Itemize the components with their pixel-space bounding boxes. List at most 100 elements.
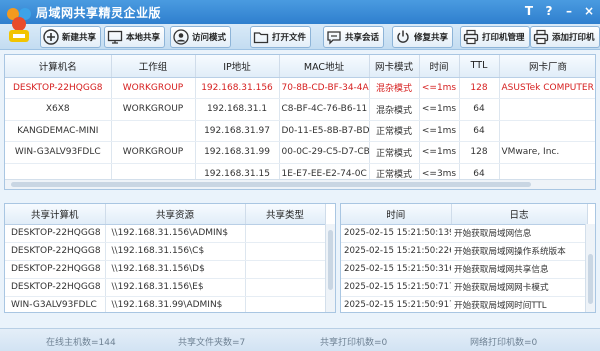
host-cell: 混杂模式 <box>369 98 420 121</box>
column-header[interactable]: 共享计算机 <box>5 204 106 225</box>
vertical-scrollbar[interactable] <box>585 224 595 312</box>
host-cell: C8-BF-4C-76-B6-11 <box>279 98 370 121</box>
shared-folders-count: 共享文件夹数=7 <box>178 338 246 348</box>
plus-icon <box>43 29 59 45</box>
skin-button[interactable]: T <box>522 3 536 19</box>
log-cell: 开始获取局域网时间TTL <box>451 296 587 312</box>
log-cell: 2025-02-15 15:21:50:717 <box>341 278 451 297</box>
column-header[interactable]: 共享资源 <box>105 204 246 225</box>
horizontal-scrollbar[interactable] <box>5 179 595 189</box>
host-cell: 正常模式 <box>369 120 420 142</box>
toolbar: 新建共享 本地共享 访问模式 打开文件 共享会话 修复共享 打印机管理 添加打印… <box>0 24 600 50</box>
log-cell: 2025-02-15 15:21:50:316 <box>341 260 451 279</box>
host-cell: WORKGROUP <box>111 77 196 99</box>
share-cell: WIN-G3ALV93FDLC <box>5 296 106 312</box>
host-cell: VMware, Inc. <box>499 141 595 164</box>
share-row[interactable]: WIN-G3ALV93FDLC \\192.168.31.99\ADMIN$ <box>5 296 326 312</box>
host-cell: <=1ms <box>419 77 460 99</box>
shares-table: 共享计算机 共享资源 共享类型 DESKTOP-22HQGG8 \\192.168… <box>5 204 326 312</box>
column-header[interactable]: 日志 <box>451 204 588 225</box>
app-title: 局域网共享精灵企业版 <box>36 6 162 20</box>
close-button[interactable]: × <box>582 3 596 19</box>
log-cell: 开始获取局域网信息 <box>451 224 587 243</box>
share-cell <box>245 278 326 297</box>
column-header[interactable]: 时间 <box>341 204 452 225</box>
folder-icon <box>253 32 269 44</box>
column-header[interactable]: TTL <box>459 55 500 78</box>
access-mode-button[interactable]: 访问模式 <box>170 26 232 48</box>
add-printer-label: 添加打印机 <box>552 33 595 43</box>
computer-icon <box>107 30 123 44</box>
vertical-scrollbar[interactable] <box>325 224 335 312</box>
new-share-button[interactable]: 新建共享 <box>40 26 102 48</box>
local-share-button[interactable]: 本地共享 <box>104 26 166 48</box>
column-header[interactable]: 时间 <box>419 55 460 78</box>
scrollbar-thumb[interactable] <box>588 254 593 304</box>
printer-manage-button[interactable]: 打印机管理 <box>460 26 530 48</box>
host-cell: 192.168.31.97 <box>195 120 280 142</box>
host-cell: KANGDEMAC-MINI <box>5 120 112 142</box>
host-cell: X6X8 <box>5 98 112 121</box>
hosts-table: 计算机名 工作组 IP地址 MAC地址 网卡模式 时间 TTL 网卡厂商 DES… <box>5 55 595 189</box>
column-header[interactable]: IP地址 <box>195 55 280 78</box>
add-printer-button[interactable]: 添加打印机 <box>530 26 600 48</box>
power-icon <box>397 30 409 43</box>
host-cell: WIN-G3ALV93FDLC <box>5 141 112 164</box>
host-cell: 混杂模式 <box>369 77 420 99</box>
share-cell: \\192.168.31.156\E$ <box>105 278 246 297</box>
shares-table-body: DESKTOP-22HQGG8 \\192.168.31.156\ADMIN$ DE… <box>5 224 326 312</box>
hosts-header-row: 计算机名 工作组 IP地址 MAC地址 网卡模式 时间 TTL 网卡厂商 <box>5 55 595 78</box>
host-row[interactable]: KANGDEMAC-MINI 192.168.31.97 D0-11-E5-8B-B… <box>5 120 595 142</box>
repair-share-label: 修复共享 <box>414 33 449 43</box>
share-cell: \\192.168.31.156\C$ <box>105 242 246 261</box>
printer-manage-label: 打印机管理 <box>482 33 525 43</box>
host-row[interactable]: DESKTOP-22HQGG8 WORKGROUP 192.168.31.156 70… <box>5 77 595 99</box>
column-header[interactable]: 计算机名 <box>5 55 112 78</box>
share-cell <box>245 242 326 261</box>
share-cell: DESKTOP-22HQGG8 <box>5 224 106 243</box>
share-cell <box>245 296 326 312</box>
share-cell: \\192.168.31.99\ADMIN$ <box>105 296 246 312</box>
log-cell: 开始获取局域网操作系统版本 <box>451 242 587 261</box>
share-session-button[interactable]: 共享会话 <box>323 26 385 48</box>
user-icon <box>173 29 189 45</box>
share-row[interactable]: DESKTOP-22HQGG8 \\192.168.31.156\ADMIN$ <box>5 224 326 243</box>
host-row[interactable]: WIN-G3ALV93FDLC WORKGROUP 192.168.31.99 00-… <box>5 141 595 164</box>
log-table-body: 2025-02-15 15:21:50:139 开始获取局域网信息 2025-02-… <box>341 224 587 312</box>
host-cell: 192.168.31.156 <box>195 77 280 99</box>
help-button[interactable]: ? <box>542 3 556 19</box>
scrollbar-thumb[interactable] <box>11 182 531 187</box>
log-row[interactable]: 2025-02-15 15:21:50:717 开始获取局域网网卡模式 <box>341 278 587 297</box>
column-header[interactable]: 网卡模式 <box>369 55 420 78</box>
column-header[interactable]: MAC地址 <box>279 55 370 78</box>
open-file-button[interactable]: 打开文件 <box>250 26 312 48</box>
log-cell: 开始获取局域网网卡模式 <box>451 278 587 297</box>
log-row[interactable]: 2025-02-15 15:21:50:226 开始获取局域网操作系统版本 <box>341 242 587 261</box>
scrollbar-thumb[interactable] <box>328 230 333 290</box>
host-cell: 64 <box>459 98 500 121</box>
repair-share-button[interactable]: 修复共享 <box>392 26 454 48</box>
host-cell: 128 <box>459 77 500 99</box>
host-cell: D0-11-E5-8B-B7-BD <box>279 120 370 142</box>
host-cell: DESKTOP-22HQGG8 <box>5 77 112 99</box>
host-cell: 00-0C-29-C5-D7-CB <box>279 141 370 164</box>
host-row[interactable]: X6X8 WORKGROUP 192.168.31.1 C8-BF-4C-76-B6-… <box>5 98 595 121</box>
share-row[interactable]: DESKTOP-22HQGG8 \\192.168.31.156\E$ <box>5 278 326 297</box>
new-share-label: 新建共享 <box>62 33 97 43</box>
share-row[interactable]: DESKTOP-22HQGG8 \\192.168.31.156\C$ <box>5 242 326 261</box>
share-cell <box>245 260 326 279</box>
share-row[interactable]: DESKTOP-22HQGG8 \\192.168.31.156\D$ <box>5 260 326 279</box>
hosts-panel: 计算机名 工作组 IP地址 MAC地址 网卡模式 时间 TTL 网卡厂商 DES… <box>4 54 596 190</box>
log-row[interactable]: 2025-02-15 15:21:50:139 开始获取局域网信息 <box>341 224 587 243</box>
column-header[interactable]: 网卡厂商 <box>499 55 595 78</box>
column-header[interactable]: 共享类型 <box>245 204 326 225</box>
column-header[interactable]: 工作组 <box>111 55 196 78</box>
printer-icon <box>533 29 549 45</box>
host-cell: <=1ms <box>419 98 460 121</box>
log-row[interactable]: 2025-02-15 15:21:50:917 开始获取局域网时间TTL <box>341 296 587 312</box>
log-row[interactable]: 2025-02-15 15:21:50:316 开始获取局域网共享信息 <box>341 260 587 279</box>
host-cell: 128 <box>459 141 500 164</box>
host-cell: 192.168.31.1 <box>195 98 280 121</box>
host-cell <box>499 98 595 121</box>
minimize-button[interactable]: – <box>562 3 576 19</box>
